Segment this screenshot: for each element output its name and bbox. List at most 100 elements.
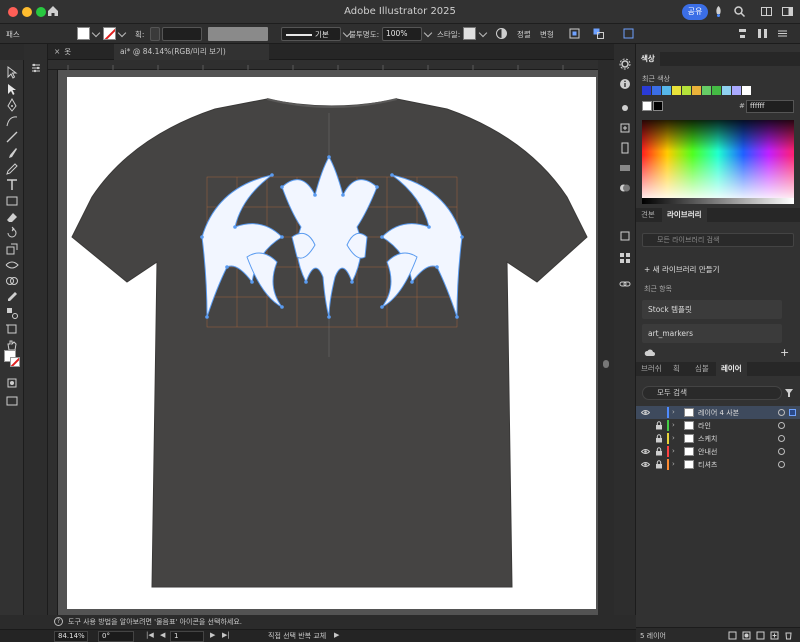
- make-clipping-mask-icon[interactable]: [742, 631, 751, 640]
- isolate-object-icon[interactable]: [568, 27, 581, 40]
- select-similar-icon[interactable]: [592, 27, 605, 40]
- status-menu-arrow[interactable]: ▶: [334, 631, 339, 639]
- library-item-art-markers[interactable]: art_markers: [642, 324, 782, 343]
- stroke-color-box[interactable]: [10, 357, 20, 367]
- chevron-right-icon[interactable]: ›: [672, 408, 675, 416]
- arrange-documents-icon[interactable]: [760, 5, 773, 18]
- library-search-input[interactable]: 모든 라이브러리 검색: [642, 233, 794, 247]
- stroke-weight-field[interactable]: [162, 27, 202, 41]
- visibility-toggle[interactable]: [641, 434, 650, 443]
- layer-target-icon[interactable]: [778, 422, 785, 429]
- curvature-tool-icon[interactable]: [5, 114, 19, 128]
- line-segment-tool-icon[interactable]: [5, 130, 19, 144]
- tab-document-2[interactable]: ai* @ 84.14%(RGB/미리 보기): [114, 44, 269, 60]
- eye-icon[interactable]: [641, 447, 650, 456]
- sun-icon[interactable]: [619, 102, 631, 114]
- graphic-style-swatch[interactable]: [463, 27, 476, 40]
- vertical-ruler[interactable]: [48, 70, 58, 615]
- grayscale-bar[interactable]: [642, 198, 794, 204]
- rotate-tool-icon[interactable]: [5, 226, 19, 240]
- libraries-icon[interactable]: [619, 230, 631, 242]
- layer-name[interactable]: 안내선: [698, 447, 717, 457]
- layer-target-icon[interactable]: [778, 435, 785, 442]
- recent-color-swatch[interactable]: [742, 86, 751, 95]
- transparency-icon[interactable]: [619, 182, 631, 194]
- shape-builder-tool-icon[interactable]: [5, 274, 19, 288]
- chevron-down-icon[interactable]: [91, 28, 101, 38]
- layer-row[interactable]: › 스케치: [636, 432, 800, 445]
- lock-icon[interactable]: [655, 434, 663, 443]
- tab-swatches[interactable]: 견본: [636, 208, 660, 222]
- white-swatch[interactable]: [642, 101, 652, 111]
- layer-name[interactable]: 라인: [698, 421, 711, 431]
- tab-color[interactable]: 색상: [636, 52, 660, 66]
- layer-target-icon[interactable]: [778, 448, 785, 455]
- layer-name[interactable]: 티셔츠: [698, 460, 717, 470]
- panel-menu-icon[interactable]: [776, 27, 789, 40]
- brush-definition-dropdown[interactable]: 기본: [281, 27, 341, 41]
- new-layer-icon[interactable]: [770, 631, 779, 640]
- tab-stroke[interactable]: 획: [668, 362, 685, 376]
- eraser-tool-icon[interactable]: [5, 210, 19, 224]
- prev-artboard-button[interactable]: ◀: [160, 631, 165, 639]
- new-library-button[interactable]: + 새 라이브러리 만들기: [644, 264, 720, 275]
- recolor-artwork-icon[interactable]: [495, 27, 508, 40]
- direct-selection-tool-icon[interactable]: [5, 82, 19, 96]
- lock-toggle[interactable]: [655, 408, 663, 417]
- recent-color-swatch[interactable]: [692, 86, 701, 95]
- recent-color-swatch[interactable]: [702, 86, 711, 95]
- add-icon[interactable]: +: [780, 346, 789, 359]
- tshirt-artwork[interactable]: [67, 77, 596, 609]
- color-spectrum[interactable]: [642, 120, 794, 198]
- chevron-right-icon[interactable]: ›: [672, 421, 675, 429]
- vertical-scrollbar[interactable]: [598, 60, 614, 615]
- recent-color-swatch[interactable]: [672, 86, 681, 95]
- cloud-icon[interactable]: [644, 348, 656, 358]
- zoom-level-field[interactable]: 84.14%: [54, 631, 88, 642]
- horizontal-ruler[interactable]: [48, 60, 598, 70]
- layer-row[interactable]: › 티셔츠: [636, 458, 800, 471]
- properties-icon[interactable]: [30, 62, 42, 74]
- recent-color-swatch[interactable]: [712, 86, 721, 95]
- trash-icon[interactable]: [784, 631, 793, 640]
- tab-document-1[interactable]: × 옷: [48, 44, 110, 60]
- new-sublayer-icon[interactable]: [728, 631, 737, 640]
- blend-tool-icon[interactable]: [5, 306, 19, 320]
- filter-icon[interactable]: [784, 388, 794, 398]
- gradient-icon[interactable]: [619, 162, 631, 174]
- artboard-tool-icon[interactable]: [5, 322, 19, 336]
- info-icon[interactable]: [619, 78, 631, 90]
- pen-tool-icon[interactable]: [5, 98, 19, 112]
- workspace-icon[interactable]: [781, 5, 794, 18]
- visibility-toggle[interactable]: [641, 421, 650, 430]
- tab-layers[interactable]: 레이어: [716, 362, 747, 376]
- link-icon[interactable]: [619, 278, 631, 290]
- rotation-field[interactable]: 0°: [98, 631, 134, 642]
- chevron-right-icon[interactable]: ›: [672, 434, 675, 442]
- stroke-color-swatch[interactable]: [103, 27, 116, 40]
- lock-icon[interactable]: [655, 421, 663, 430]
- stroke-weight-stepper[interactable]: [150, 27, 160, 41]
- opacity-field[interactable]: 100%: [382, 27, 422, 41]
- question-icon[interactable]: ?: [54, 617, 63, 626]
- chevron-right-icon[interactable]: ›: [672, 447, 675, 455]
- last-artboard-button[interactable]: ▶|: [222, 631, 230, 639]
- tab-symbols[interactable]: 심볼: [690, 362, 714, 376]
- next-artboard-button[interactable]: ▶: [210, 631, 215, 639]
- recent-color-swatch[interactable]: [732, 86, 741, 95]
- document-icon[interactable]: [619, 142, 631, 154]
- eye-icon[interactable]: [641, 408, 650, 417]
- chevron-down-icon[interactable]: [478, 28, 488, 38]
- distribute-icon[interactable]: [756, 27, 769, 40]
- align-center-icon[interactable]: [736, 27, 749, 40]
- artboard-number-field[interactable]: 1: [170, 631, 204, 642]
- layer-row[interactable]: › 안내선: [636, 445, 800, 458]
- rocket-icon[interactable]: [712, 5, 725, 18]
- layer-search-input[interactable]: 모두 검색: [642, 386, 782, 400]
- layer-target-icon[interactable]: [778, 409, 785, 416]
- pencil-tool-icon[interactable]: [5, 162, 19, 176]
- gear-icon[interactable]: [619, 58, 631, 70]
- eyedropper-tool-icon[interactable]: [5, 290, 19, 304]
- chevron-right-icon[interactable]: [423, 28, 433, 38]
- share-button[interactable]: 공유: [682, 4, 708, 20]
